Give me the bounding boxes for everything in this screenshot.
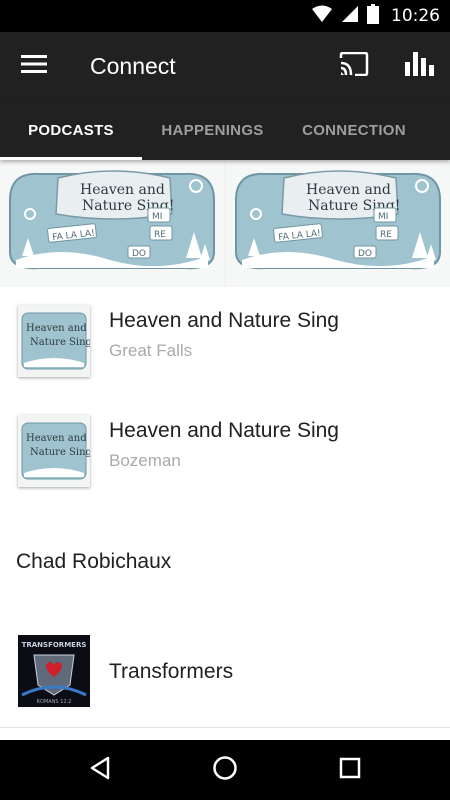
recents-button[interactable] — [320, 746, 380, 794]
status-bar: 10:26 — [0, 0, 450, 32]
hero-artwork-text-6: DO — [132, 249, 146, 259]
menu-button[interactable] — [14, 47, 54, 85]
podcast-artwork: Heaven and Nature Sing! — [18, 305, 90, 377]
menu-icon — [21, 54, 47, 79]
cast-icon — [339, 51, 369, 81]
tab-connection[interactable]: CONNECTION — [283, 100, 425, 160]
list-artwork-text-1: Heaven and — [26, 433, 87, 444]
bar-chart-icon — [405, 51, 435, 81]
recents-icon — [339, 757, 361, 784]
back-button[interactable] — [70, 746, 130, 794]
tab-indicator — [0, 157, 142, 160]
podcast-subtitle: Great Falls — [109, 341, 193, 360]
transformers-artwork-text-2: ROMANS 12:2 — [37, 699, 72, 705]
app-bar: Connect — [0, 32, 450, 100]
hero-artwork-text-1: Heaven and — [80, 182, 165, 198]
app-title: Connect — [90, 53, 176, 79]
battery-icon — [367, 3, 379, 29]
list-artwork-text-2: Nature Sing! — [30, 337, 90, 348]
featured-artwork-2[interactable]: Heaven and Nature Sing! FA LA LA! MI RE … — [226, 160, 450, 287]
status-time: 10:26 — [391, 6, 440, 26]
hero-artwork-2-text-1: Heaven and — [306, 182, 391, 198]
stats-button[interactable] — [400, 48, 440, 84]
podcast-title: Heaven and Nature Sing — [109, 419, 339, 442]
back-icon — [89, 756, 111, 785]
hero-artwork-text-4: MI — [152, 212, 162, 222]
cellular-signal-icon — [341, 5, 359, 28]
list-artwork-text-1: Heaven and — [26, 323, 87, 334]
home-icon — [212, 755, 238, 786]
podcast-title: Chad Robichaux — [16, 550, 172, 573]
featured-artwork[interactable]: Heaven and Nature Sing! FA LA LA! MI RE … — [0, 160, 224, 287]
podcast-subtitle: Bozeman — [109, 451, 181, 470]
podcast-artwork: Heaven and Nature Sing! — [18, 415, 90, 487]
tab-happenings[interactable]: HAPPENINGS — [142, 100, 283, 160]
podcast-title: Heaven and Nature Sing — [109, 309, 339, 332]
podcast-title: Transformers — [109, 660, 234, 683]
list-item[interactable]: Heaven and Nature Sing! Heaven and Natur… — [0, 397, 450, 508]
system-nav-bar — [0, 740, 450, 800]
tab-bar: PODCASTS HAPPENINGS CONNECTION — [0, 100, 450, 160]
cast-button[interactable] — [334, 48, 374, 84]
hero-artwork-2-text-4: MI — [378, 212, 388, 222]
podcast-artwork: TRANSFORMERS ROMANS 12:2 — [18, 635, 90, 707]
list-artwork-text-2: Nature Sing! — [30, 447, 90, 458]
featured-banner: Heaven and Nature Sing! FA LA LA! MI RE … — [0, 160, 450, 288]
home-button[interactable] — [195, 746, 255, 794]
list-item[interactable]: Heaven and Nature Sing! Heaven and Natur… — [0, 287, 450, 398]
hero-artwork-text-5: RE — [154, 230, 166, 240]
list-item[interactable]: TRANSFORMERS ROMANS 12:2 Transformers — [0, 617, 450, 728]
tab-podcasts[interactable]: PODCASTS — [0, 100, 142, 160]
hero-artwork-2-text-5: RE — [380, 230, 392, 240]
list-item[interactable]: Chad Robichaux — [0, 507, 450, 618]
hero-artwork-2-text-6: DO — [358, 249, 372, 259]
wifi-icon — [311, 5, 333, 28]
transformers-artwork-text-1: TRANSFORMERS — [22, 641, 87, 649]
